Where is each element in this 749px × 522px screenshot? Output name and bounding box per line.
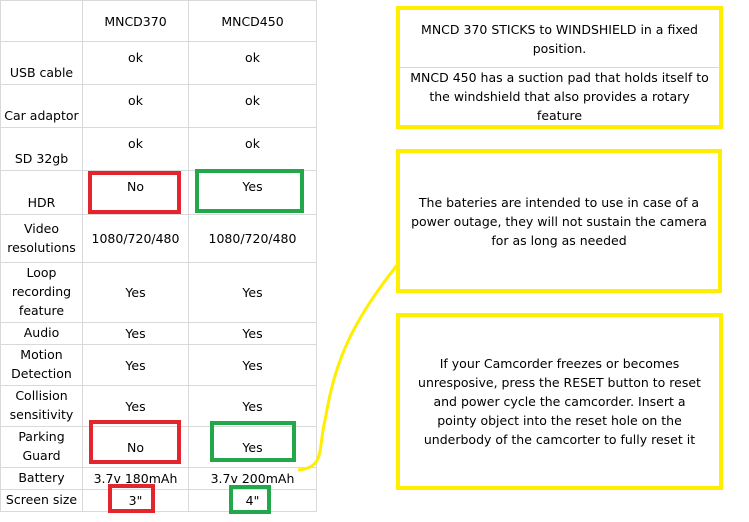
battery-note: The bateries are intended to use in case… <box>396 149 722 293</box>
cell-mncd450: 3.7v 200mAh <box>188 467 317 490</box>
cell-mncd370: 1080/720/480 <box>82 214 189 263</box>
cell-mncd370: ok <box>82 41 189 85</box>
value: No <box>127 179 144 194</box>
cell-mncd450: ok <box>188 84 317 128</box>
row-label: HDR <box>0 170 83 215</box>
cell-mncd370: ok <box>82 84 189 128</box>
reset-note-text: If your Camcorder freezes or becomes unr… <box>418 356 701 447</box>
table-row: Battery 3.7v 180mAh 3.7v 200mAh <box>0 467 317 490</box>
cell-mncd370: Yes <box>82 322 189 345</box>
cell-mncd450: Yes <box>188 262 317 323</box>
value: Yes <box>242 179 263 194</box>
cell-mncd450: 4" <box>188 489 317 512</box>
cell-mncd450: ok <box>188 41 317 85</box>
header-empty <box>0 0 83 42</box>
table-row: Video resolutions 1080/720/480 1080/720/… <box>0 214 317 263</box>
cell-mncd450: Yes <box>188 322 317 345</box>
row-label: Screen size <box>0 489 83 512</box>
table-row: HDR No Yes <box>0 170 317 215</box>
table-row: Car adaptor ok ok <box>0 84 317 128</box>
reset-note: If your Camcorder freezes or becomes unr… <box>396 313 723 490</box>
row-label: Loop recording feature <box>0 262 83 323</box>
cell-mncd370: 3" <box>82 489 189 512</box>
table-row: Motion Detection Yes Yes <box>0 344 317 386</box>
row-label: Audio <box>0 322 83 345</box>
value: ok <box>128 135 143 151</box>
value: ok <box>245 135 260 151</box>
row-label: SD 32gb <box>0 127 83 171</box>
table-row: Loop recording feature Yes Yes <box>0 262 317 323</box>
cell-mncd450: 1080/720/480 <box>188 214 317 263</box>
cell-mncd370: Yes <box>82 262 189 323</box>
row-label: Battery <box>0 467 83 490</box>
mount-370-note: MNCD 370 STICKS to WINDSHIELD in a fixed… <box>421 21 698 56</box>
table-row: Screen size 3" 4" <box>0 489 317 512</box>
cell-mncd370: Yes <box>82 385 189 427</box>
table-row: SD 32gb ok ok <box>0 127 317 171</box>
battery-note-text: The bateries are intended to use in case… <box>411 194 707 248</box>
row-label: Collision sensitivity <box>0 385 83 427</box>
row-label: Motion Detection <box>0 344 83 386</box>
header-mncd450: MNCD450 <box>188 0 317 42</box>
cell-mncd370: ok <box>82 127 189 171</box>
cell-mncd370: No <box>82 170 189 215</box>
row-label: Parking Guard <box>0 426 83 468</box>
cell-mncd450: ok <box>188 127 317 171</box>
table-row: Audio Yes Yes <box>0 322 317 345</box>
value: ok <box>245 92 260 108</box>
table-row: Collision sensitivity Yes Yes <box>0 385 317 427</box>
table-header-row: MNCD370 MNCD450 <box>0 0 317 42</box>
row-label: Car adaptor <box>0 84 83 128</box>
header-mncd370: MNCD370 <box>82 0 189 42</box>
cell-mncd370: Yes <box>82 344 189 386</box>
comparison-table: MNCD370 MNCD450 USB cable ok ok Car adap… <box>0 0 317 512</box>
cell-mncd450: Yes <box>188 426 317 468</box>
cell-mncd450: Yes <box>188 385 317 427</box>
value: ok <box>245 49 260 65</box>
mount-450-note: MNCD 450 has a suction pad that holds it… <box>410 70 709 123</box>
table-row: USB cable ok ok <box>0 41 317 85</box>
value: ok <box>128 92 143 108</box>
table-row: Parking Guard No Yes <box>0 426 317 468</box>
cell-mncd370: No <box>82 426 189 468</box>
cell-mncd370: 3.7v 180mAh <box>82 467 189 490</box>
mount-notes-box: MNCD 370 STICKS to WINDSHIELD in a fixed… <box>396 6 723 129</box>
row-label: USB cable <box>0 41 83 85</box>
cell-mncd450: Yes <box>188 170 317 215</box>
row-label: Video resolutions <box>0 214 83 263</box>
cell-mncd450: Yes <box>188 344 317 386</box>
value: ok <box>128 49 143 65</box>
